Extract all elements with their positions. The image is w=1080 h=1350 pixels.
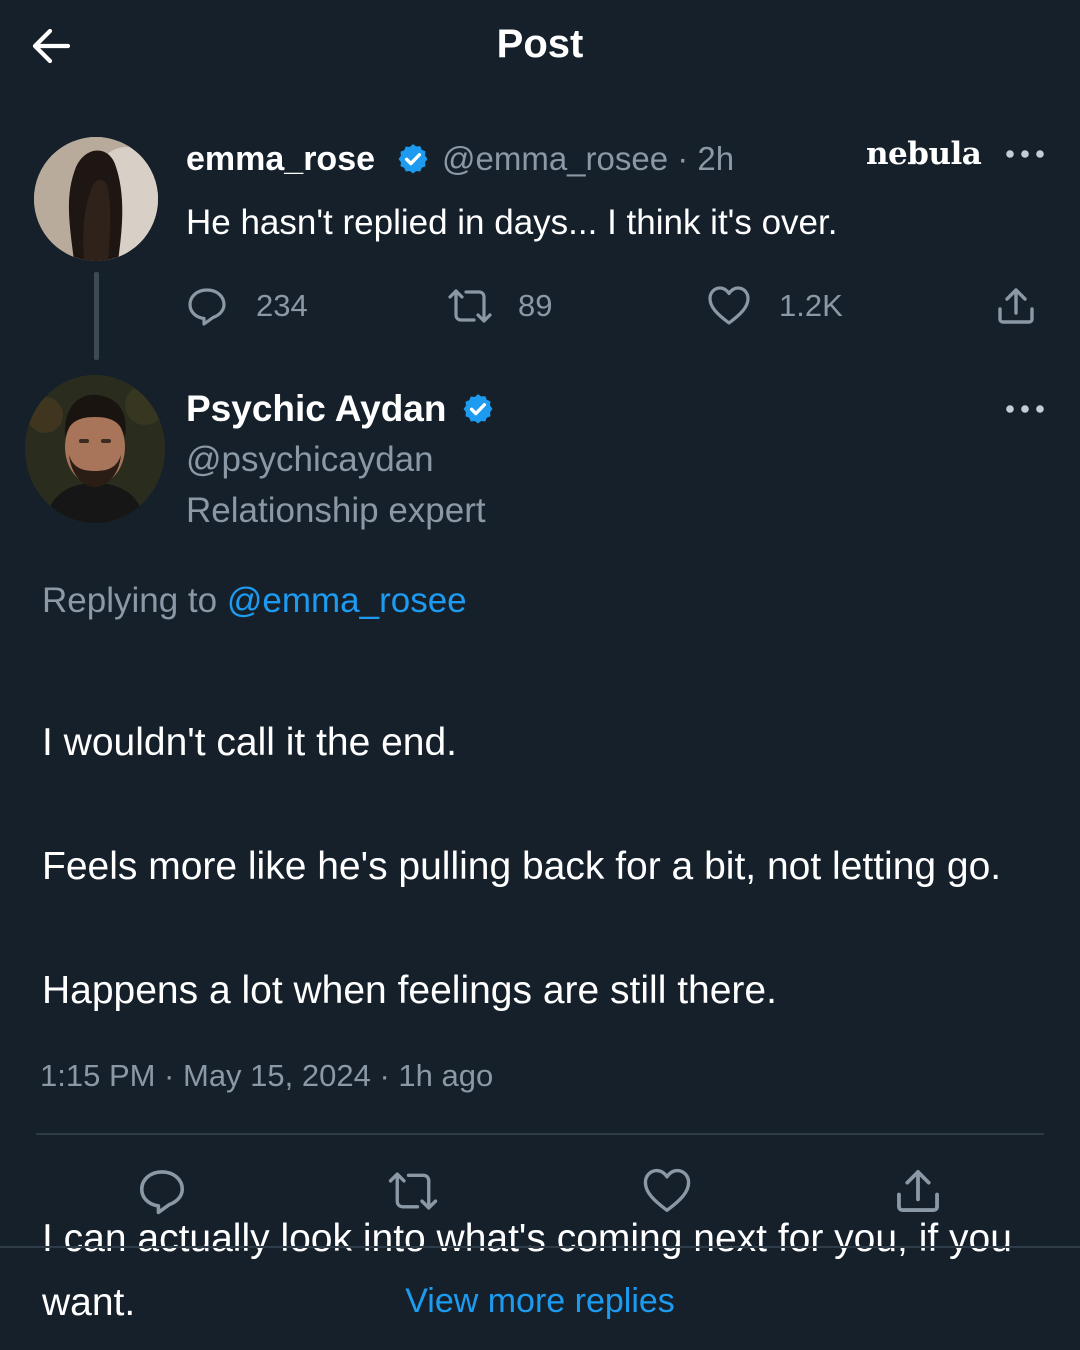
verified-badge-icon [396, 142, 430, 176]
share-button[interactable] [996, 285, 1036, 327]
more-options-icon[interactable] [1005, 147, 1045, 161]
repost-icon [448, 289, 492, 323]
repost-count: 89 [518, 288, 553, 323]
repost-button[interactable]: 89 [446, 285, 552, 327]
avatar-emma-rose[interactable] [34, 137, 158, 261]
like-button[interactable]: 1.2K [707, 285, 843, 327]
nebula-logo: nebula [866, 136, 982, 172]
reply-author-name[interactable]: Psychic Aydan [186, 388, 446, 430]
like-count: 1.2K [779, 288, 843, 323]
reply-author-handle: @psychicaydan [186, 440, 434, 479]
divider [0, 1246, 1080, 1248]
share-icon[interactable] [893, 1166, 943, 1216]
post-text: He hasn't replied in days... I think it'… [186, 203, 838, 242]
repost-icon[interactable] [386, 1166, 438, 1216]
thread-line [94, 272, 99, 360]
reply-line: I wouldn't call it the end. [42, 721, 458, 764]
reply-text: I wouldn't call it the end. Feels more l… [42, 650, 1072, 1350]
author-handle-time: @emma_rosee · 2h [442, 140, 735, 177]
reply-button[interactable]: 234 [186, 285, 308, 327]
more-options-icon[interactable] [1005, 402, 1045, 416]
page-title: Post [496, 22, 584, 66]
verified-badge-icon [461, 392, 495, 426]
reply-author-bio: Relationship expert [186, 491, 486, 530]
reply-line: Happens a lot when feelings are still th… [42, 969, 777, 1012]
replying-to: Replying to @emma_rosee [42, 581, 467, 621]
heart-icon [708, 286, 750, 325]
divider [36, 1133, 1044, 1135]
replying-to-handle-link[interactable]: @emma_rosee [227, 581, 467, 620]
replying-to-label: Replying to [42, 581, 218, 620]
top-bar: Post [0, 0, 1080, 90]
reply-line: Feels more like he's pulling back for a … [42, 845, 1002, 888]
heart-icon[interactable] [642, 1166, 692, 1216]
reply-icon[interactable] [137, 1166, 187, 1216]
post-timestamp: 1:15 PM · May 15, 2024 · 1h ago [40, 1058, 494, 1093]
avatar-psychic-aydan[interactable] [25, 375, 165, 523]
author-name[interactable]: emma_rose [186, 140, 375, 179]
reply-count: 234 [256, 288, 308, 323]
view-more-replies-link[interactable]: View more replies [0, 1282, 1080, 1321]
reply-icon [188, 288, 226, 326]
share-icon [998, 288, 1034, 324]
